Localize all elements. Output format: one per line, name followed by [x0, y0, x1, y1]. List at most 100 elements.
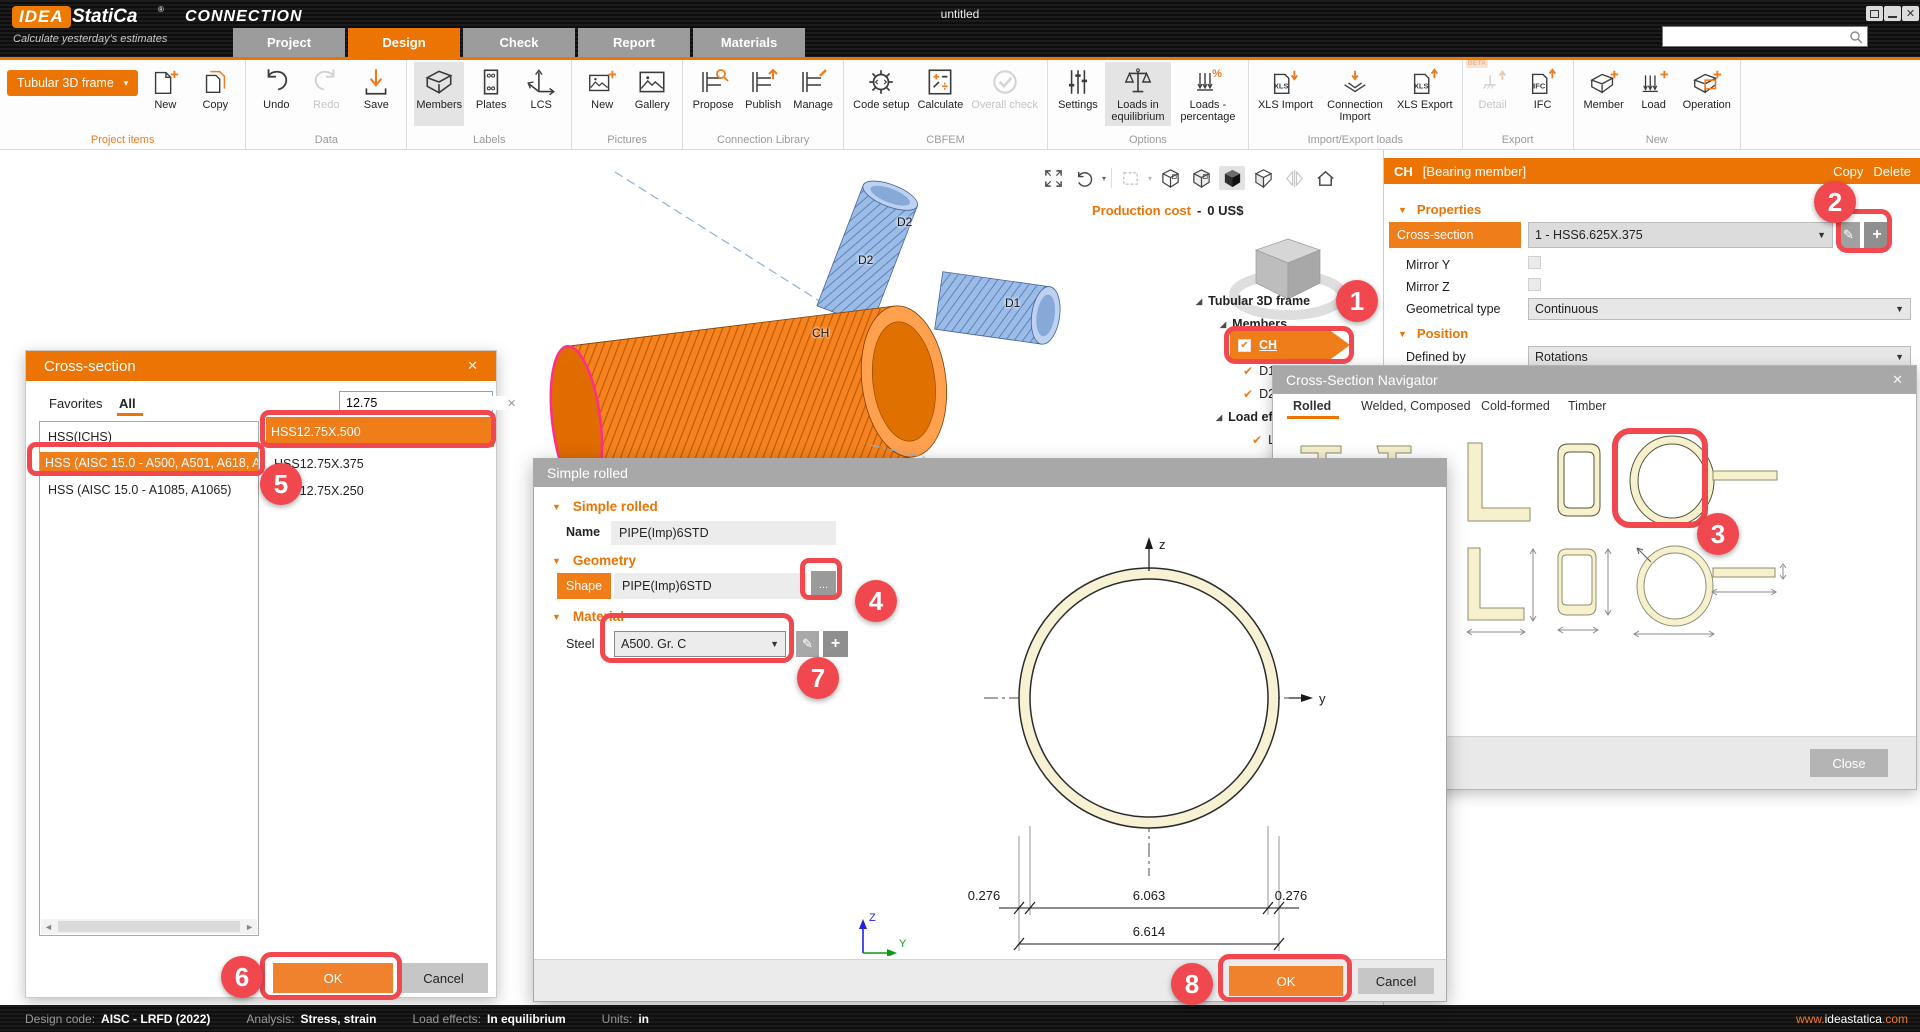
align-view-icon[interactable]: [1281, 166, 1307, 190]
scroll-left-icon[interactable]: ◄: [41, 922, 56, 932]
family-list[interactable]: HSS(ICHS) HSS (AISC 15.0 - A500, A501, A…: [39, 421, 259, 936]
ribbon-button-detail[interactable]: BETA Detail: [1470, 62, 1516, 126]
close-icon[interactable]: ✕: [467, 358, 478, 374]
add-cross-section-button[interactable]: +: [1864, 222, 1890, 248]
ribbon-button-new-item[interactable]: New: [142, 62, 188, 126]
section-item[interactable]: HSS12.75X.375: [269, 453, 493, 475]
tab-check[interactable]: Check: [463, 28, 575, 57]
ribbon-button-publish[interactable]: Publish: [740, 62, 786, 126]
cross-section-dropdown[interactable]: 1 - HSS6.625X.375 ▼: [1528, 222, 1833, 248]
ribbon-button-save[interactable]: Save: [353, 62, 399, 126]
tab-favorites[interactable]: Favorites: [49, 396, 102, 411]
ribbon-button-ifc[interactable]: IFC IFC: [1520, 62, 1566, 126]
shaded-edges-view-icon[interactable]: [1188, 166, 1214, 190]
copy-member-button[interactable]: Copy: [1833, 164, 1863, 179]
section-view-icon[interactable]: [1250, 166, 1276, 190]
tree-expander-icon[interactable]: ◢: [1216, 413, 1222, 422]
wireframe-view-icon[interactable]: [1157, 166, 1183, 190]
name-field[interactable]: PIPE(Imp)6STD: [611, 521, 836, 545]
shape-angle-dimensioned[interactable]: [1463, 544, 1549, 646]
scrollbar-thumb[interactable]: [58, 921, 240, 932]
shape-chs-dimensioned[interactable]: [1625, 538, 1719, 646]
ribbon-button-lcs[interactable]: LCS: [518, 62, 564, 126]
tab-timber[interactable]: Timber: [1568, 399, 1606, 413]
ribbon-button-xls-import[interactable]: XLS XLS Import: [1256, 62, 1315, 126]
select-box-icon[interactable]: [1117, 166, 1143, 190]
section-item[interactable]: HSS12.75X.250: [269, 480, 493, 502]
browse-shape-button[interactable]: ...: [811, 571, 836, 599]
chevron-down-icon[interactable]: ▾: [1148, 174, 1152, 183]
shape-chs[interactable]: [1625, 432, 1719, 530]
tree-item-members[interactable]: ◢ Members: [1220, 317, 1287, 331]
tab-report[interactable]: Report: [578, 28, 690, 57]
ribbon-button-manage[interactable]: Manage: [790, 62, 836, 126]
cross-section-dialog-title[interactable]: Cross-section ✕: [26, 351, 496, 381]
checkbox-checked-icon[interactable]: ✔: [1238, 339, 1251, 352]
minimize-button[interactable]: [1884, 6, 1901, 21]
add-steel-button[interactable]: +: [823, 631, 848, 657]
zoom-extents-icon[interactable]: [1040, 166, 1066, 190]
tab-cold-formed[interactable]: Cold-formed: [1481, 399, 1550, 413]
ribbon-button-loads-percentage[interactable]: % Loads - percentage: [1175, 62, 1241, 126]
tree-expander-icon[interactable]: ◢: [1196, 297, 1202, 306]
section-properties[interactable]: ▼ Properties: [1398, 202, 1481, 217]
list-item[interactable]: HSS(ICHS): [43, 426, 257, 448]
ribbon-button-calculate[interactable]: Calculate: [915, 62, 965, 126]
ribbon-button-new-member[interactable]: Member: [1581, 62, 1627, 126]
tree-expander-icon[interactable]: ◢: [1220, 320, 1226, 329]
simple-rolled-title-bar[interactable]: Simple rolled: [534, 459, 1446, 487]
close-icon[interactable]: ✕: [1892, 372, 1903, 388]
ribbon-button-members[interactable]: Members: [414, 62, 464, 126]
edit-steel-button[interactable]: ✎: [796, 631, 819, 657]
shape-rhs[interactable]: [1555, 441, 1603, 521]
ribbon-button-new-load[interactable]: Load: [1631, 62, 1677, 126]
ribbon-button-connection-import[interactable]: Connection Import: [1319, 62, 1391, 126]
scroll-right-icon[interactable]: ►: [242, 922, 257, 932]
ribbon-button-code-setup[interactable]: Code setup: [851, 62, 911, 126]
solid-view-icon[interactable]: [1219, 166, 1245, 190]
ribbon-button-propose[interactable]: Propose: [690, 62, 736, 126]
checkbox-checked-icon[interactable]: ✔: [1252, 433, 1262, 447]
checkbox-checked-icon[interactable]: ✔: [1243, 364, 1253, 378]
steel-dropdown[interactable]: A500. Gr. C ▼: [614, 631, 786, 657]
mirror-z-checkbox[interactable]: [1528, 278, 1541, 291]
ok-button[interactable]: OK: [1229, 966, 1343, 996]
chevron-down-icon[interactable]: ▾: [1102, 174, 1106, 183]
cancel-button[interactable]: Cancel: [1358, 968, 1434, 994]
maximize-button[interactable]: [1866, 6, 1883, 21]
section-position[interactable]: ▼ Position: [1398, 326, 1468, 341]
ribbon-button-xls-export[interactable]: XLS XLS Export: [1395, 62, 1455, 126]
ribbon-button-new-operation[interactable]: Operation: [1681, 62, 1733, 126]
tab-design[interactable]: Design: [348, 28, 460, 57]
ribbon-button-plates[interactable]: Plates: [468, 62, 514, 126]
home-view-icon[interactable]: [1312, 166, 1338, 190]
horizontal-scrollbar[interactable]: ◄ ►: [41, 919, 257, 934]
section-material[interactable]: ▼ Material: [552, 609, 624, 624]
close-navigator-button[interactable]: Close: [1810, 749, 1888, 777]
ribbon-button-copy-item[interactable]: Copy: [192, 62, 238, 126]
navigator-title-bar[interactable]: Cross-Section Navigator ✕: [1273, 366, 1916, 394]
filter-input[interactable]: [346, 396, 507, 410]
website-link[interactable]: www.ideastatica.com: [1796, 1012, 1908, 1026]
search-box[interactable]: [1662, 26, 1868, 47]
shape-field[interactable]: PIPE(Imp)6STD: [614, 573, 807, 599]
tab-rolled[interactable]: Rolled: [1293, 399, 1331, 413]
ribbon-button-loads-in-equilibrium[interactable]: Loads in equilibrium: [1105, 62, 1171, 126]
project-item-select[interactable]: Tubular 3D frame ▾: [7, 70, 138, 96]
rotate-view-icon[interactable]: [1071, 166, 1097, 190]
shape-flat[interactable]: [1711, 469, 1781, 483]
mirror-y-checkbox[interactable]: [1528, 256, 1541, 269]
section-geometry[interactable]: ▼ Geometry: [552, 553, 636, 568]
shape-rhs-dimensioned[interactable]: [1555, 546, 1617, 646]
ribbon-button-overall-check[interactable]: Overall check: [969, 62, 1040, 126]
geometrical-type-dropdown[interactable]: Continuous ▼: [1528, 298, 1911, 320]
list-item-selected[interactable]: HSS (AISC 15.0 - A500, A501, A618, A847): [40, 452, 259, 474]
edit-cross-section-button[interactable]: ✎: [1837, 222, 1860, 248]
tab-all[interactable]: All: [119, 396, 136, 411]
ribbon-button-undo[interactable]: Undo: [253, 62, 299, 126]
tree-item-ch[interactable]: ✔ CH: [1230, 331, 1350, 359]
clear-filter-icon[interactable]: ✕: [507, 397, 516, 410]
search-input[interactable]: [1667, 30, 1849, 44]
shape-flat-dimensioned[interactable]: [1711, 558, 1789, 608]
close-button[interactable]: ✕: [1902, 6, 1919, 21]
